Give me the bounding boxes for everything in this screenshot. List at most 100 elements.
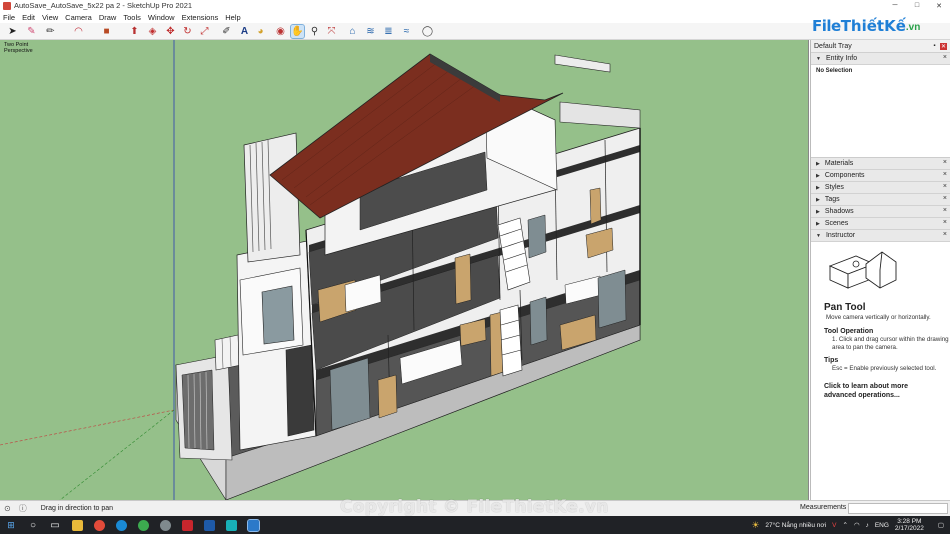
expand-arrow-icon: ▶ [816, 208, 820, 215]
panel-close-icon[interactable]: × [943, 207, 947, 214]
brand-logo-name: ThiếtKế [840, 17, 906, 35]
orbit-icon[interactable]: ◉ [274, 25, 287, 38]
taskbar-app-media[interactable] [88, 516, 110, 534]
tray-pin-icon[interactable]: ▪ [931, 43, 938, 50]
panel-materials[interactable]: ▶ Materials × [811, 158, 950, 170]
panel-instructor-label: Instructor [825, 232, 856, 239]
eraser-tool-icon[interactable]: ✎ [25, 25, 38, 38]
drawing-area[interactable]: Two Point Perspective [0, 40, 809, 500]
extension-warehouse-icon[interactable]: ≋ [364, 25, 377, 38]
offset-icon[interactable]: ◈ [146, 25, 159, 38]
panel-close-icon[interactable]: × [943, 159, 947, 166]
panel-styles-label: Styles [824, 184, 844, 191]
measurements-input[interactable] [848, 503, 948, 514]
weather-text[interactable]: 27°C Nắng nhiều nơi [765, 522, 826, 529]
weather-icon[interactable]: ☀ [751, 520, 759, 531]
chevron-up-icon[interactable]: ⌃ [842, 521, 847, 529]
menu-window[interactable]: Window [148, 13, 175, 22]
pan-icon[interactable]: ✋ [290, 24, 305, 39]
brand-logo: File ThiếtKế .vn [812, 13, 922, 39]
menu-extensions[interactable]: Extensions [182, 13, 219, 22]
measurements-label: Measurements [800, 504, 847, 511]
arc-tool-icon[interactable]: ◠ [72, 25, 85, 38]
panel-close-icon[interactable]: × [943, 183, 947, 190]
panel-entity-info[interactable]: ▼ Entity Info × [811, 53, 950, 65]
staircase-lower [499, 304, 523, 377]
geo-location-icon[interactable]: ⊙ [4, 504, 11, 513]
panel-close-icon[interactable]: × [943, 54, 947, 61]
language-indicator[interactable]: ENG [875, 522, 889, 529]
panel-close-icon[interactable]: × [943, 219, 947, 226]
rotate-icon[interactable]: ↻ [181, 25, 194, 38]
menu-file[interactable]: File [3, 13, 15, 22]
panel-shadows[interactable]: ▶ Shadows × [811, 206, 950, 218]
panel-tags-label: Tags [824, 196, 840, 203]
layout-icon[interactable]: ≣ [382, 25, 395, 38]
maximize-button[interactable]: □ [906, 0, 928, 11]
minimize-button[interactable]: ─ [884, 0, 906, 11]
copyright-watermark: Copyright © FileThietKe.vn [340, 497, 609, 517]
panel-scenes[interactable]: ▶ Scenes × [811, 218, 950, 230]
instructor-tips-text: Esc = Enable previously selected tool. [832, 365, 937, 372]
taskbar-app-sketchup[interactable] [220, 516, 242, 534]
panel-instructor[interactable]: ▼ Instructor × [811, 230, 950, 242]
volume-icon[interactable]: ♪ [866, 522, 869, 529]
collapse-arrow-icon: ▼ [816, 55, 821, 62]
panel-close-icon[interactable]: × [943, 195, 947, 202]
taskbar-app-photos[interactable] [154, 516, 176, 534]
panel-shadows-label: Shadows [824, 208, 854, 215]
tape-measure-icon[interactable]: ✐ [220, 25, 233, 38]
taskbar-app-chrome[interactable] [132, 516, 154, 534]
menu-camera[interactable]: Camera [65, 13, 92, 22]
panel-components[interactable]: ▶ Components × [811, 170, 950, 182]
front-glass [261, 285, 295, 345]
start-button[interactable]: ⊞ [0, 516, 22, 534]
menu-draw[interactable]: Draw [99, 13, 117, 22]
account-icon[interactable]: ◯ [421, 25, 434, 38]
taskbar-app-explorer[interactable] [66, 516, 88, 534]
taskbar-app-edge[interactable] [110, 516, 132, 534]
text-icon[interactable]: A [238, 25, 251, 38]
menu-help[interactable]: Help [225, 13, 240, 22]
wifi-icon[interactable]: ◠ [854, 521, 860, 529]
styles-icon[interactable]: ≈ [400, 25, 413, 38]
tray-title: Default Tray [814, 42, 852, 50]
warehouse-icon[interactable]: ⌂ [346, 25, 359, 38]
system-tray: ☀ 27°C Nắng nhiều nơi V ⌃ ◠ ♪ ENG 3:28 P… [751, 516, 950, 534]
menu-tools[interactable]: Tools [123, 13, 141, 22]
scale-icon[interactable]: ⤢ [198, 25, 211, 38]
search-icon[interactable]: ○ [22, 516, 44, 534]
shape-tool-icon[interactable]: ■ [100, 25, 113, 38]
task-view-icon[interactable]: ▭ [44, 516, 66, 534]
instructor-more-link[interactable]: Click to learn about more advanced opera… [824, 382, 924, 400]
selection-status: No Selection [816, 68, 853, 74]
panel-components-label: Components [824, 172, 865, 179]
move-icon[interactable]: ✥ [164, 25, 177, 38]
menu-view[interactable]: View [42, 13, 58, 22]
instructor-tool-title: Pan Tool [824, 302, 866, 313]
panel-styles[interactable]: ▶ Styles × [811, 182, 950, 194]
tray-close-icon[interactable]: ✕ [940, 42, 947, 50]
main-toolbar: ➤ ✎ ✏ ◠ ■ ⬆ ◈ ✥ ↻ ⤢ ✐ A ◕ ◉ ✋ ⚲ ⤧ ⌂ ≋ ≣ … [0, 23, 950, 40]
tray-app-icon[interactable]: V [832, 522, 836, 529]
model-render [0, 40, 641, 500]
taskbar-app-photoshop[interactable] [198, 516, 220, 534]
zoom-icon[interactable]: ⚲ [308, 25, 321, 38]
taskbar-app-sketchup-active[interactable] [242, 516, 264, 534]
paint-bucket-icon[interactable]: ◕ [254, 25, 267, 38]
menu-edit[interactable]: Edit [22, 13, 35, 22]
close-button[interactable]: ✕ [928, 0, 950, 11]
panel-tags[interactable]: ▶ Tags × [811, 194, 950, 206]
select-tool-icon[interactable]: ➤ [6, 25, 19, 38]
zoom-extents-icon[interactable]: ⤧ [325, 25, 338, 38]
expand-arrow-icon: ▶ [816, 220, 820, 227]
taskbar-clock[interactable]: 3:28 PM 2/17/2022 [895, 518, 924, 532]
taskbar-app-autocad[interactable] [176, 516, 198, 534]
line-tool-icon[interactable]: ✏ [44, 25, 57, 38]
help-icon[interactable]: ⓘ [19, 503, 27, 514]
panel-close-icon[interactable]: × [943, 231, 947, 238]
menu-bar: File Edit View Camera Draw Tools Window … [0, 11, 950, 23]
push-pull-icon[interactable]: ⬆ [128, 25, 141, 38]
notification-icon[interactable]: ▢ [938, 521, 944, 529]
panel-close-icon[interactable]: × [943, 171, 947, 178]
